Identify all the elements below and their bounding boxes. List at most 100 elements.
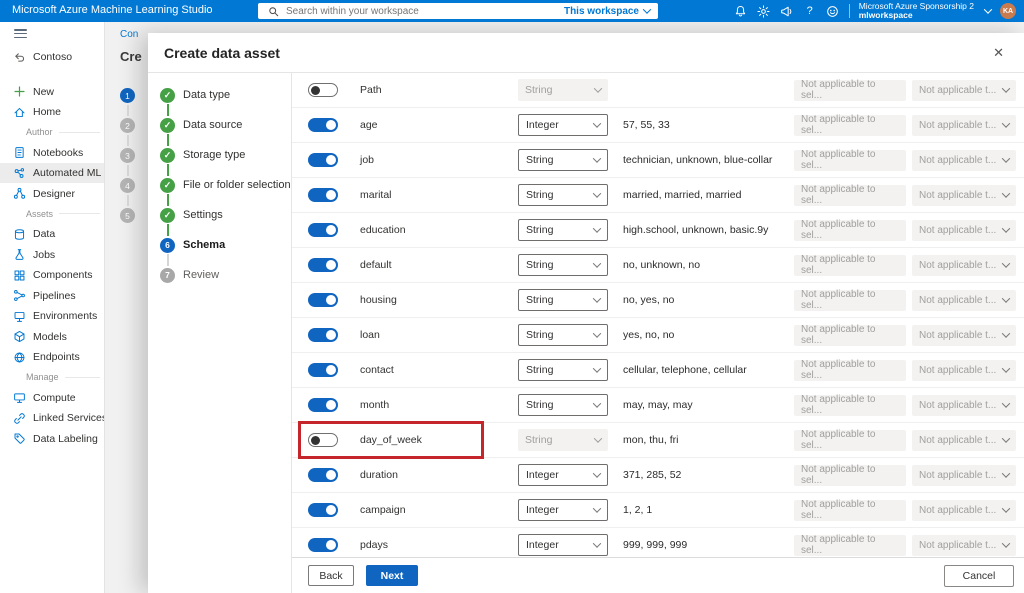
include-toggle[interactable] — [308, 188, 338, 202]
close-icon[interactable]: ✕ — [989, 43, 1008, 63]
megaphone-icon[interactable] — [780, 4, 794, 18]
wizard-step-label: Schema — [183, 239, 225, 251]
include-toggle[interactable] — [308, 258, 338, 272]
back-button[interactable]: Back — [308, 565, 354, 586]
wizard-step-schema[interactable]: 6Schema — [160, 237, 291, 253]
include-toggle[interactable] — [308, 83, 338, 97]
sidebar-item-data-labeling[interactable]: Data Labeling — [0, 428, 104, 449]
page-title: Cre — [120, 49, 142, 64]
wizard-step-file-or-folder-selection[interactable]: ✓File or folder selection — [160, 177, 291, 193]
type-dropdown[interactable]: String — [518, 184, 608, 206]
wizard-step-data-source[interactable]: ✓Data source — [160, 117, 291, 133]
include-toggle[interactable] — [308, 398, 338, 412]
include-toggle[interactable] — [308, 503, 338, 517]
sidebar-item-new[interactable]: New — [0, 81, 104, 102]
type-dropdown[interactable]: Integer — [518, 114, 608, 136]
type-dropdown[interactable]: String — [518, 289, 608, 311]
search-input[interactable] — [286, 6, 558, 17]
sidebar-item-data[interactable]: Data — [0, 224, 104, 245]
sidebar-item-label: New — [33, 86, 54, 98]
include-toggle[interactable] — [308, 153, 338, 167]
search-scope-label: This workspace — [564, 6, 639, 17]
type-dropdown[interactable]: String — [518, 394, 608, 416]
table-row-housing: housingStringno, yes, noNot applicable t… — [292, 283, 1024, 318]
secondary-format-dropdown[interactable]: Not applicable t... — [912, 325, 1016, 346]
type-dropdown[interactable]: String — [518, 219, 608, 241]
include-toggle[interactable] — [308, 328, 338, 342]
secondary-format-dropdown[interactable]: Not applicable t... — [912, 115, 1016, 136]
include-toggle[interactable] — [308, 538, 338, 552]
secondary-format-dropdown[interactable]: Not applicable t... — [912, 185, 1016, 206]
secondary-format-dropdown[interactable]: Not applicable t... — [912, 430, 1016, 451]
format-dropdown: Not applicable to sel... — [794, 150, 906, 171]
sidebar-item-notebooks[interactable]: Notebooks — [0, 142, 104, 163]
toggle-knob — [326, 225, 336, 235]
secondary-format-dropdown[interactable]: Not applicable t... — [912, 500, 1016, 521]
sidebar-item-label: Jobs — [33, 249, 55, 261]
account-menu[interactable]: Microsoft Azure Sponsorship 2 mlworkspac… — [859, 2, 974, 21]
chevron-down-icon — [1002, 294, 1010, 302]
pipeline-icon — [13, 289, 26, 302]
wizard-step-data-type[interactable]: ✓Data type — [160, 87, 291, 103]
workspace-switcher[interactable]: Contoso — [0, 47, 104, 67]
feedback-smiley-icon[interactable] — [826, 4, 840, 18]
wizard-step-storage-type[interactable]: ✓Storage type — [160, 147, 291, 163]
secondary-format-dropdown[interactable]: Not applicable t... — [912, 290, 1016, 311]
type-dropdown[interactable]: Integer — [518, 499, 608, 521]
sidebar-item-endpoints[interactable]: Endpoints — [0, 347, 104, 368]
include-toggle[interactable] — [308, 363, 338, 377]
search-scope-dropdown[interactable]: This workspace — [564, 6, 650, 17]
sample-values: yes, no, no — [608, 329, 794, 341]
hamburger-menu-icon[interactable] — [14, 29, 27, 38]
sample-values: 1, 2, 1 — [608, 504, 794, 516]
sidebar-item-home[interactable]: Home — [0, 102, 104, 123]
sidebar-item-components[interactable]: Components — [0, 265, 104, 286]
account-chevron-down-icon[interactable] — [984, 5, 992, 13]
secondary-format-dropdown[interactable]: Not applicable t... — [912, 80, 1016, 101]
sidebar-item-compute[interactable]: Compute — [0, 387, 104, 408]
secondary-format-dropdown[interactable]: Not applicable t... — [912, 255, 1016, 276]
include-toggle[interactable] — [308, 468, 338, 482]
secondary-format-dropdown-value: Not applicable t... — [919, 85, 996, 96]
breadcrumb[interactable]: Con — [120, 29, 138, 40]
secondary-format-dropdown[interactable]: Not applicable t... — [912, 360, 1016, 381]
notifications-bell-icon[interactable] — [734, 4, 748, 18]
workspace-search-box[interactable]: This workspace — [258, 3, 658, 19]
sidebar-item-models[interactable]: Models — [0, 326, 104, 347]
wizard-step-review[interactable]: 7Review — [160, 267, 291, 283]
secondary-format-dropdown[interactable]: Not applicable t... — [912, 535, 1016, 556]
include-toggle-cell — [308, 83, 360, 97]
secondary-format-dropdown[interactable]: Not applicable t... — [912, 465, 1016, 486]
avatar[interactable]: KA — [1000, 3, 1016, 19]
include-toggle[interactable] — [308, 433, 338, 447]
include-toggle[interactable] — [308, 118, 338, 132]
sidebar-item-automated-ml[interactable]: Automated ML — [0, 163, 104, 184]
cancel-button[interactable]: Cancel — [944, 565, 1014, 587]
sidebar-item-jobs[interactable]: Jobs — [0, 244, 104, 265]
type-dropdown-value: String — [526, 189, 553, 201]
wizard-step-settings[interactable]: ✓Settings — [160, 207, 291, 223]
include-toggle[interactable] — [308, 293, 338, 307]
settings-gear-icon[interactable] — [757, 4, 771, 18]
type-dropdown[interactable]: String — [518, 359, 608, 381]
format-dropdown: Not applicable to sel... — [794, 325, 906, 346]
include-toggle[interactable] — [308, 223, 338, 237]
chevron-down-icon — [1002, 469, 1010, 477]
table-row-loan: loanStringyes, no, noNot applicable to s… — [292, 318, 1024, 353]
secondary-format-dropdown[interactable]: Not applicable t... — [912, 150, 1016, 171]
sidebar-item-designer[interactable]: Designer — [0, 183, 104, 204]
type-dropdown[interactable]: String — [518, 254, 608, 276]
type-dropdown[interactable]: Integer — [518, 534, 608, 556]
secondary-format-dropdown[interactable]: Not applicable t... — [912, 220, 1016, 241]
sidebar-item-pipelines[interactable]: Pipelines — [0, 285, 104, 306]
help-icon[interactable]: ? — [803, 4, 817, 18]
chevron-down-icon — [1002, 434, 1010, 442]
type-dropdown[interactable]: Integer — [518, 464, 608, 486]
type-dropdown[interactable]: String — [518, 324, 608, 346]
secondary-format-dropdown[interactable]: Not applicable t... — [912, 395, 1016, 416]
sidebar-item-linked-services[interactable]: Linked Services — [0, 408, 104, 429]
chevron-down-icon — [593, 469, 601, 477]
next-button[interactable]: Next — [366, 565, 418, 586]
sidebar-item-environments[interactable]: Environments — [0, 306, 104, 327]
type-dropdown[interactable]: String — [518, 149, 608, 171]
